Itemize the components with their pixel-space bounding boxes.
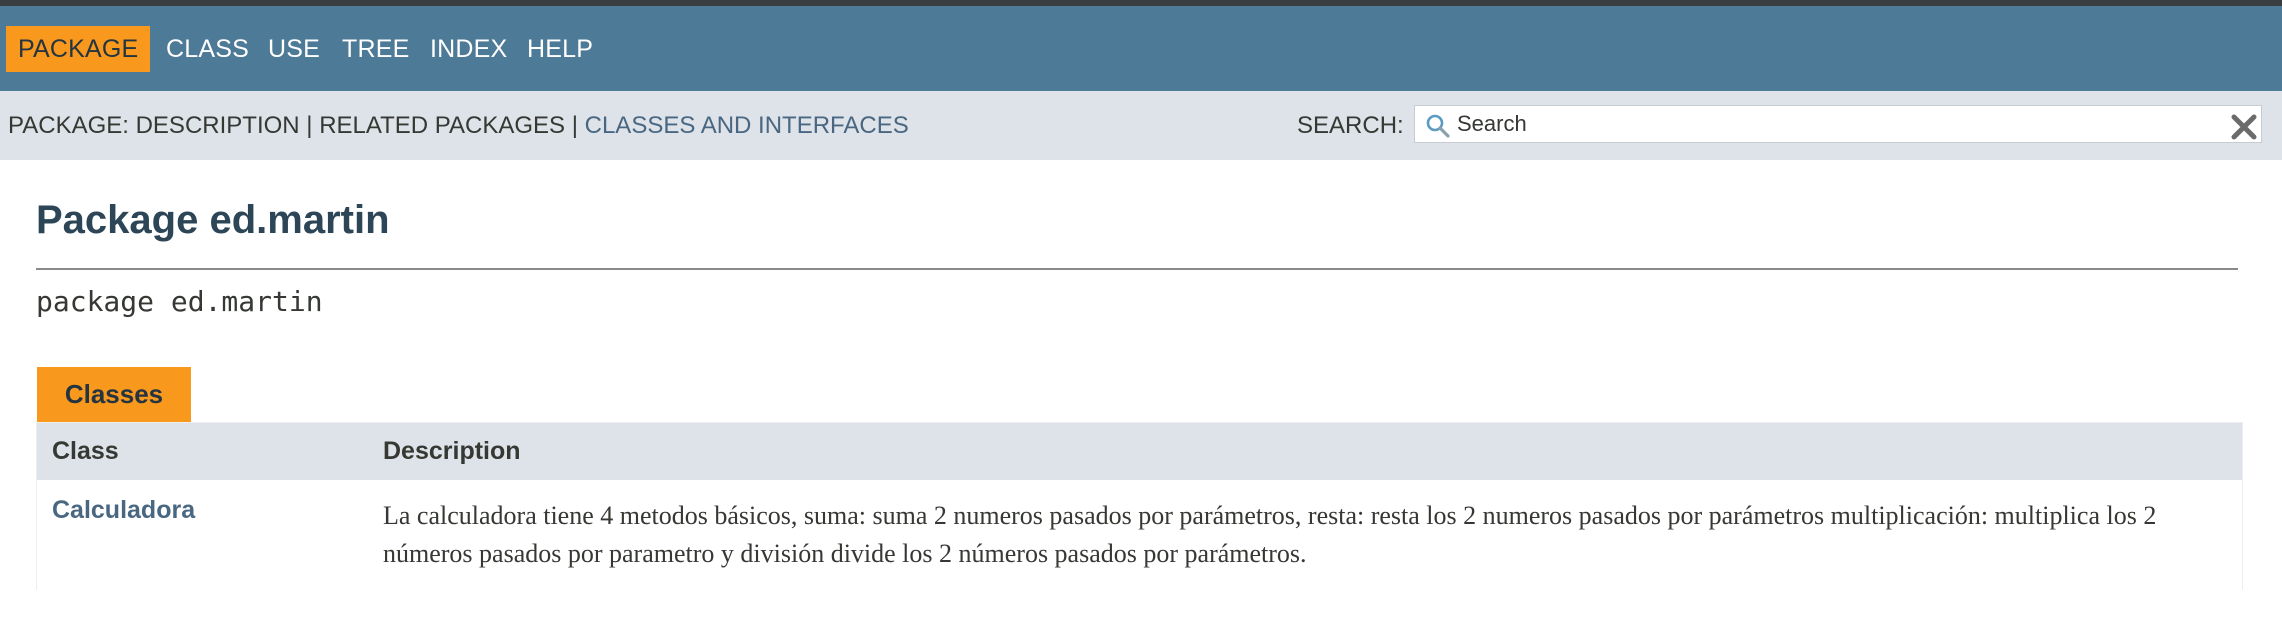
- tab-classes[interactable]: Classes: [37, 367, 191, 422]
- subnav-classes-link[interactable]: CLASSES AND INTERFACES: [585, 112, 909, 139]
- column-header-class: Class: [52, 437, 119, 465]
- table-header: Class Description: [37, 423, 2242, 480]
- class-description: La calculadora tiene 4 metodos básicos, …: [383, 501, 2157, 568]
- subnav-related-packages: RELATED PACKAGES: [319, 112, 566, 139]
- search-input[interactable]: [1457, 106, 2217, 142]
- nav-help[interactable]: HELP: [527, 26, 593, 72]
- nav-package[interactable]: PACKAGE: [6, 26, 151, 72]
- top-navigation-bar: PACKAGE CLASS USE TREE INDEX HELP: [0, 6, 2282, 91]
- subnav-separator: |: [299, 112, 320, 139]
- sub-navigation-bar: PACKAGE: DESCRIPTION | RELATED PACKAGES …: [0, 91, 2282, 160]
- class-link-calculadora[interactable]: Calculadora: [52, 496, 195, 525]
- nav-index[interactable]: INDEX: [430, 26, 507, 72]
- nav-tree[interactable]: TREE: [342, 26, 409, 72]
- package-subnav-links: PACKAGE: DESCRIPTION | RELATED PACKAGES …: [8, 91, 909, 160]
- subnav-prefix: PACKAGE:: [8, 112, 136, 139]
- nav-use[interactable]: USE: [268, 26, 320, 72]
- classes-summary-table: Class Description Calculadora La calcula…: [36, 422, 2243, 590]
- subnav-separator: |: [565, 112, 585, 139]
- table-row: Calculadora La calculadora tiene 4 metod…: [37, 480, 2242, 590]
- nav-class[interactable]: CLASS: [166, 26, 249, 72]
- subnav-description: DESCRIPTION: [135, 112, 300, 139]
- column-header-description: Description: [383, 437, 521, 465]
- search-box[interactable]: [1414, 105, 2262, 143]
- package-signature: package ed.martin: [36, 285, 323, 318]
- search-icon: [1426, 114, 1450, 138]
- page-title: Package ed.martin: [36, 198, 390, 242]
- close-icon[interactable]: [2230, 113, 2258, 141]
- title-divider: [36, 268, 2238, 270]
- search-label: SEARCH:: [1297, 112, 1404, 139]
